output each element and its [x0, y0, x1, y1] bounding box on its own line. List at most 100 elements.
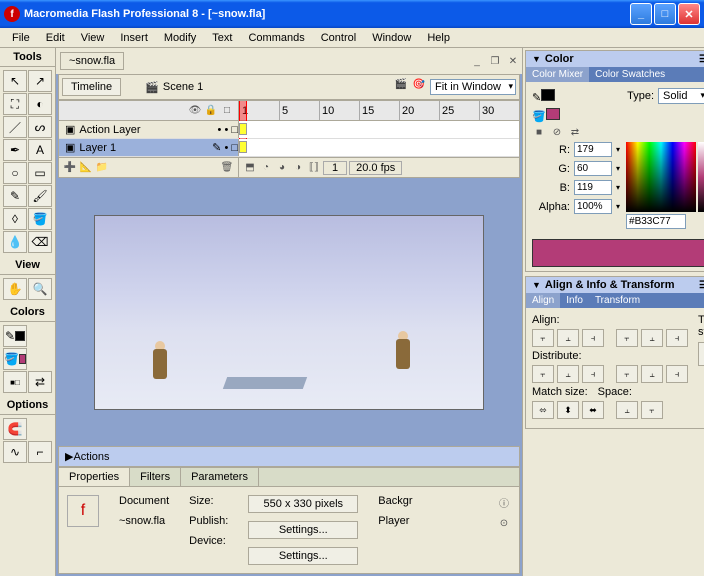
menu-commands[interactable]: Commands — [240, 30, 312, 46]
panel-menu-icon[interactable]: ☰ — [699, 54, 704, 65]
gradient-transform-tool[interactable]: ◐ — [28, 93, 52, 115]
onion-skin-icon[interactable]: ◔ — [259, 162, 273, 173]
oval-tool[interactable]: ○ — [3, 162, 27, 184]
tab-align[interactable]: Align — [526, 293, 560, 308]
zoom-select[interactable]: Fit in Window — [430, 79, 516, 95]
dist-top-button[interactable]: ⫟ — [532, 365, 554, 383]
tab-transform[interactable]: Transform — [589, 293, 646, 308]
zoom-tool[interactable]: 🔍 — [28, 278, 52, 300]
tab-color-mixer[interactable]: Color Mixer — [526, 67, 589, 82]
add-layer-icon[interactable]: ➕ — [63, 162, 77, 173]
maximize-button[interactable]: □ — [654, 3, 676, 25]
brush-tool[interactable]: 🖌 — [28, 185, 52, 207]
tab-color-swatches[interactable]: Color Swatches — [589, 67, 671, 82]
keyframe[interactable] — [239, 141, 247, 153]
lasso-tool[interactable]: ᔕ — [28, 116, 52, 138]
alpha-input[interactable] — [574, 199, 612, 214]
ink-bottle-tool[interactable]: ◊ — [3, 208, 27, 230]
align-hcenter-button[interactable]: ⫠ — [557, 329, 579, 347]
menu-modify[interactable]: Modify — [156, 30, 204, 46]
actions-panel-header[interactable]: ▶ Actions — [58, 446, 520, 467]
tab-parameters[interactable]: Parameters — [181, 468, 259, 486]
stroke-color[interactable]: ✎ — [3, 325, 27, 347]
line-tool[interactable]: ／ — [3, 116, 27, 138]
smooth-option[interactable]: ∿ — [3, 441, 27, 463]
menu-insert[interactable]: Insert — [112, 30, 156, 46]
eye-icon[interactable]: 👁 — [188, 105, 202, 116]
swap-colors[interactable]: ⇄ — [28, 371, 52, 393]
selection-tool[interactable]: ↖ — [3, 70, 27, 92]
help-icon[interactable]: ⓘ — [497, 495, 511, 510]
g-input[interactable] — [574, 161, 612, 176]
space-h-button[interactable]: ⫠ — [616, 401, 638, 419]
frames-area[interactable] — [239, 121, 519, 138]
menu-view[interactable]: View — [73, 30, 113, 46]
edit-frames-icon[interactable]: ◑ — [291, 162, 305, 173]
doc-restore-icon[interactable]: ❐ — [488, 56, 502, 67]
onion-outline-icon[interactable]: ◕ — [275, 162, 289, 173]
align-vcenter-button[interactable]: ⫠ — [641, 329, 663, 347]
menu-text[interactable]: Text — [204, 30, 240, 46]
delete-layer-icon[interactable]: 🗑 — [220, 162, 234, 173]
fill-swatch-icon[interactable]: 🪣 — [532, 108, 560, 123]
panel-menu-icon[interactable]: ☰ — [699, 280, 704, 291]
doc-close-icon[interactable]: ✕ — [506, 56, 520, 67]
frames-area[interactable] — [239, 139, 519, 156]
tab-properties[interactable]: Properties — [59, 468, 130, 486]
no-color-icon[interactable]: ⊘ — [550, 127, 564, 138]
menu-control[interactable]: Control — [313, 30, 364, 46]
size-button[interactable]: 550 x 330 pixels — [248, 495, 358, 513]
timeline-ruler[interactable]: 151015202530 — [239, 101, 519, 120]
keyframe[interactable] — [239, 123, 247, 135]
tab-info[interactable]: Info — [560, 293, 589, 308]
space-v-button[interactable]: ⫟ — [641, 401, 663, 419]
minimize-button[interactable]: _ — [630, 3, 652, 25]
layer-row[interactable]: ▣Action Layer• • □ — [59, 121, 519, 139]
figure-graphic[interactable] — [393, 329, 413, 379]
device-settings-button[interactable]: Settings... — [248, 547, 358, 565]
menu-help[interactable]: Help — [419, 30, 458, 46]
type-select[interactable]: Solid — [658, 88, 704, 104]
match-both-button[interactable]: ⬌ — [582, 401, 604, 419]
text-tool[interactable]: A — [28, 139, 52, 161]
align-bottom-button[interactable]: ⫞ — [666, 329, 688, 347]
document-tab[interactable]: ~snow.fla — [60, 52, 124, 70]
straighten-option[interactable]: ⌐ — [28, 441, 52, 463]
onion-markers-icon[interactable]: ⟦⟧ — [307, 162, 321, 173]
menu-edit[interactable]: Edit — [38, 30, 73, 46]
add-guide-icon[interactable]: 📐 — [79, 162, 93, 173]
menu-window[interactable]: Window — [364, 30, 419, 46]
publish-settings-button[interactable]: Settings... — [248, 521, 358, 539]
b-input[interactable] — [574, 180, 612, 195]
dist-bottom-button[interactable]: ⫞ — [582, 365, 604, 383]
center-frame-icon[interactable]: ⬒ — [243, 162, 257, 173]
match-height-button[interactable]: ⬍ — [557, 401, 579, 419]
dist-vcenter-button[interactable]: ⫠ — [557, 365, 579, 383]
layer-row[interactable]: ▣Layer 1✎ • □ — [59, 139, 519, 157]
paint-bucket-tool[interactable]: 🪣 — [28, 208, 52, 230]
dist-right-button[interactable]: ⫞ — [666, 365, 688, 383]
eyedropper-tool[interactable]: 💧 — [3, 231, 27, 253]
doc-minimize-icon[interactable]: _ — [470, 56, 484, 67]
hex-input[interactable] — [626, 214, 686, 229]
dist-hcenter-button[interactable]: ⫠ — [641, 365, 663, 383]
eraser-tool[interactable]: ⌫ — [28, 231, 52, 253]
expand-props-icon[interactable]: ⊙ — [497, 518, 511, 529]
pen-tool[interactable]: ✒ — [3, 139, 27, 161]
timeline-toggle-button[interactable]: Timeline — [62, 78, 121, 96]
subselection-tool[interactable]: ↗ — [28, 70, 52, 92]
add-folder-icon[interactable]: 📁 — [95, 162, 109, 173]
edit-symbol-icon[interactable]: 🎯 — [412, 79, 426, 95]
default-colors[interactable]: ■□ — [3, 371, 27, 393]
match-width-button[interactable]: ⬄ — [532, 401, 554, 419]
to-stage-button[interactable]: ⊡ — [698, 342, 704, 366]
default-colors-icon[interactable]: ■ — [532, 127, 546, 138]
color-spectrum[interactable] — [626, 142, 696, 212]
snap-option[interactable]: 🧲 — [3, 418, 27, 440]
lock-icon[interactable]: 🔒 — [204, 105, 218, 116]
collapse-icon[interactable]: ▼ — [532, 54, 541, 64]
bench-graphic[interactable] — [223, 377, 307, 389]
rectangle-tool[interactable]: ▭ — [28, 162, 52, 184]
r-input[interactable] — [574, 142, 612, 157]
tab-filters[interactable]: Filters — [130, 468, 181, 486]
